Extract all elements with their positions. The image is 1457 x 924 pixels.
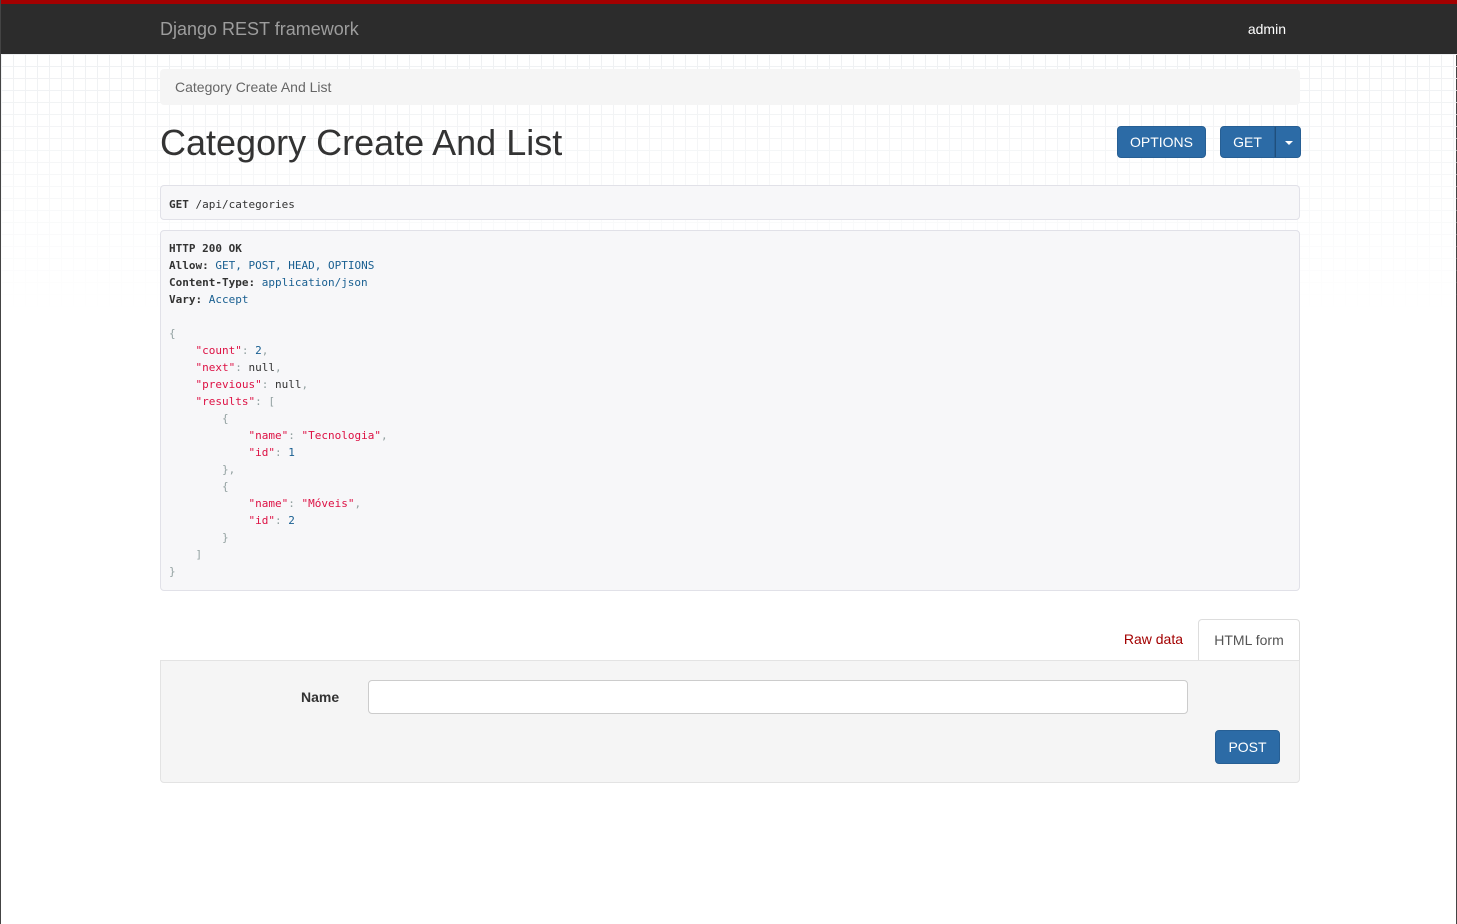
json-result-id: 1 xyxy=(288,446,295,459)
tab-html-form[interactable]: HTML form xyxy=(1198,619,1300,661)
options-button[interactable]: OPTIONS xyxy=(1117,126,1206,158)
header-value: application/json xyxy=(261,276,368,289)
brand-link[interactable]: Django REST framework xyxy=(160,19,359,40)
json-result-name: "Móveis" xyxy=(301,497,355,510)
response-info: HTTP 200 OK Allow: GET, POST, HEAD, OPTI… xyxy=(160,230,1300,591)
get-button[interactable]: GET xyxy=(1220,126,1275,158)
user-menu[interactable]: admin xyxy=(1248,21,1286,37)
request-method: GET xyxy=(169,198,189,211)
json-result-id: 2 xyxy=(288,514,295,527)
breadcrumb: Category Create And List xyxy=(160,69,1300,105)
caret-down-icon xyxy=(1285,141,1293,145)
html-form-panel: Name POST xyxy=(160,660,1300,783)
breadcrumb-item[interactable]: Category Create And List xyxy=(175,79,331,95)
header-key: Vary: xyxy=(169,293,203,306)
get-button-group: GET xyxy=(1220,126,1301,158)
navbar: Django REST framework admin xyxy=(1,4,1457,54)
json-next-value: null xyxy=(248,361,276,374)
get-format-dropdown[interactable] xyxy=(1275,126,1301,158)
response-status: HTTP 200 OK xyxy=(169,242,242,255)
request-info: GET /api/categories xyxy=(160,185,1300,220)
tab-raw-data[interactable]: Raw data xyxy=(1124,631,1183,647)
name-input[interactable] xyxy=(368,680,1188,714)
request-path: /api/categories xyxy=(188,198,295,211)
json-count-value: 2 xyxy=(255,344,262,357)
json-result-name: "Tecnologia" xyxy=(301,429,381,442)
header-key: Content-Type: xyxy=(169,276,256,289)
header-value: GET, POST, HEAD, OPTIONS xyxy=(215,259,375,272)
json-previous-value: null xyxy=(274,378,302,391)
header-value: Accept xyxy=(208,293,249,306)
page-title: Category Create And List xyxy=(160,122,563,163)
name-label: Name xyxy=(301,689,340,705)
post-button[interactable]: POST xyxy=(1215,730,1280,764)
form-tabs: Raw data HTML form xyxy=(160,619,1300,661)
header-key: Allow: xyxy=(169,259,209,272)
